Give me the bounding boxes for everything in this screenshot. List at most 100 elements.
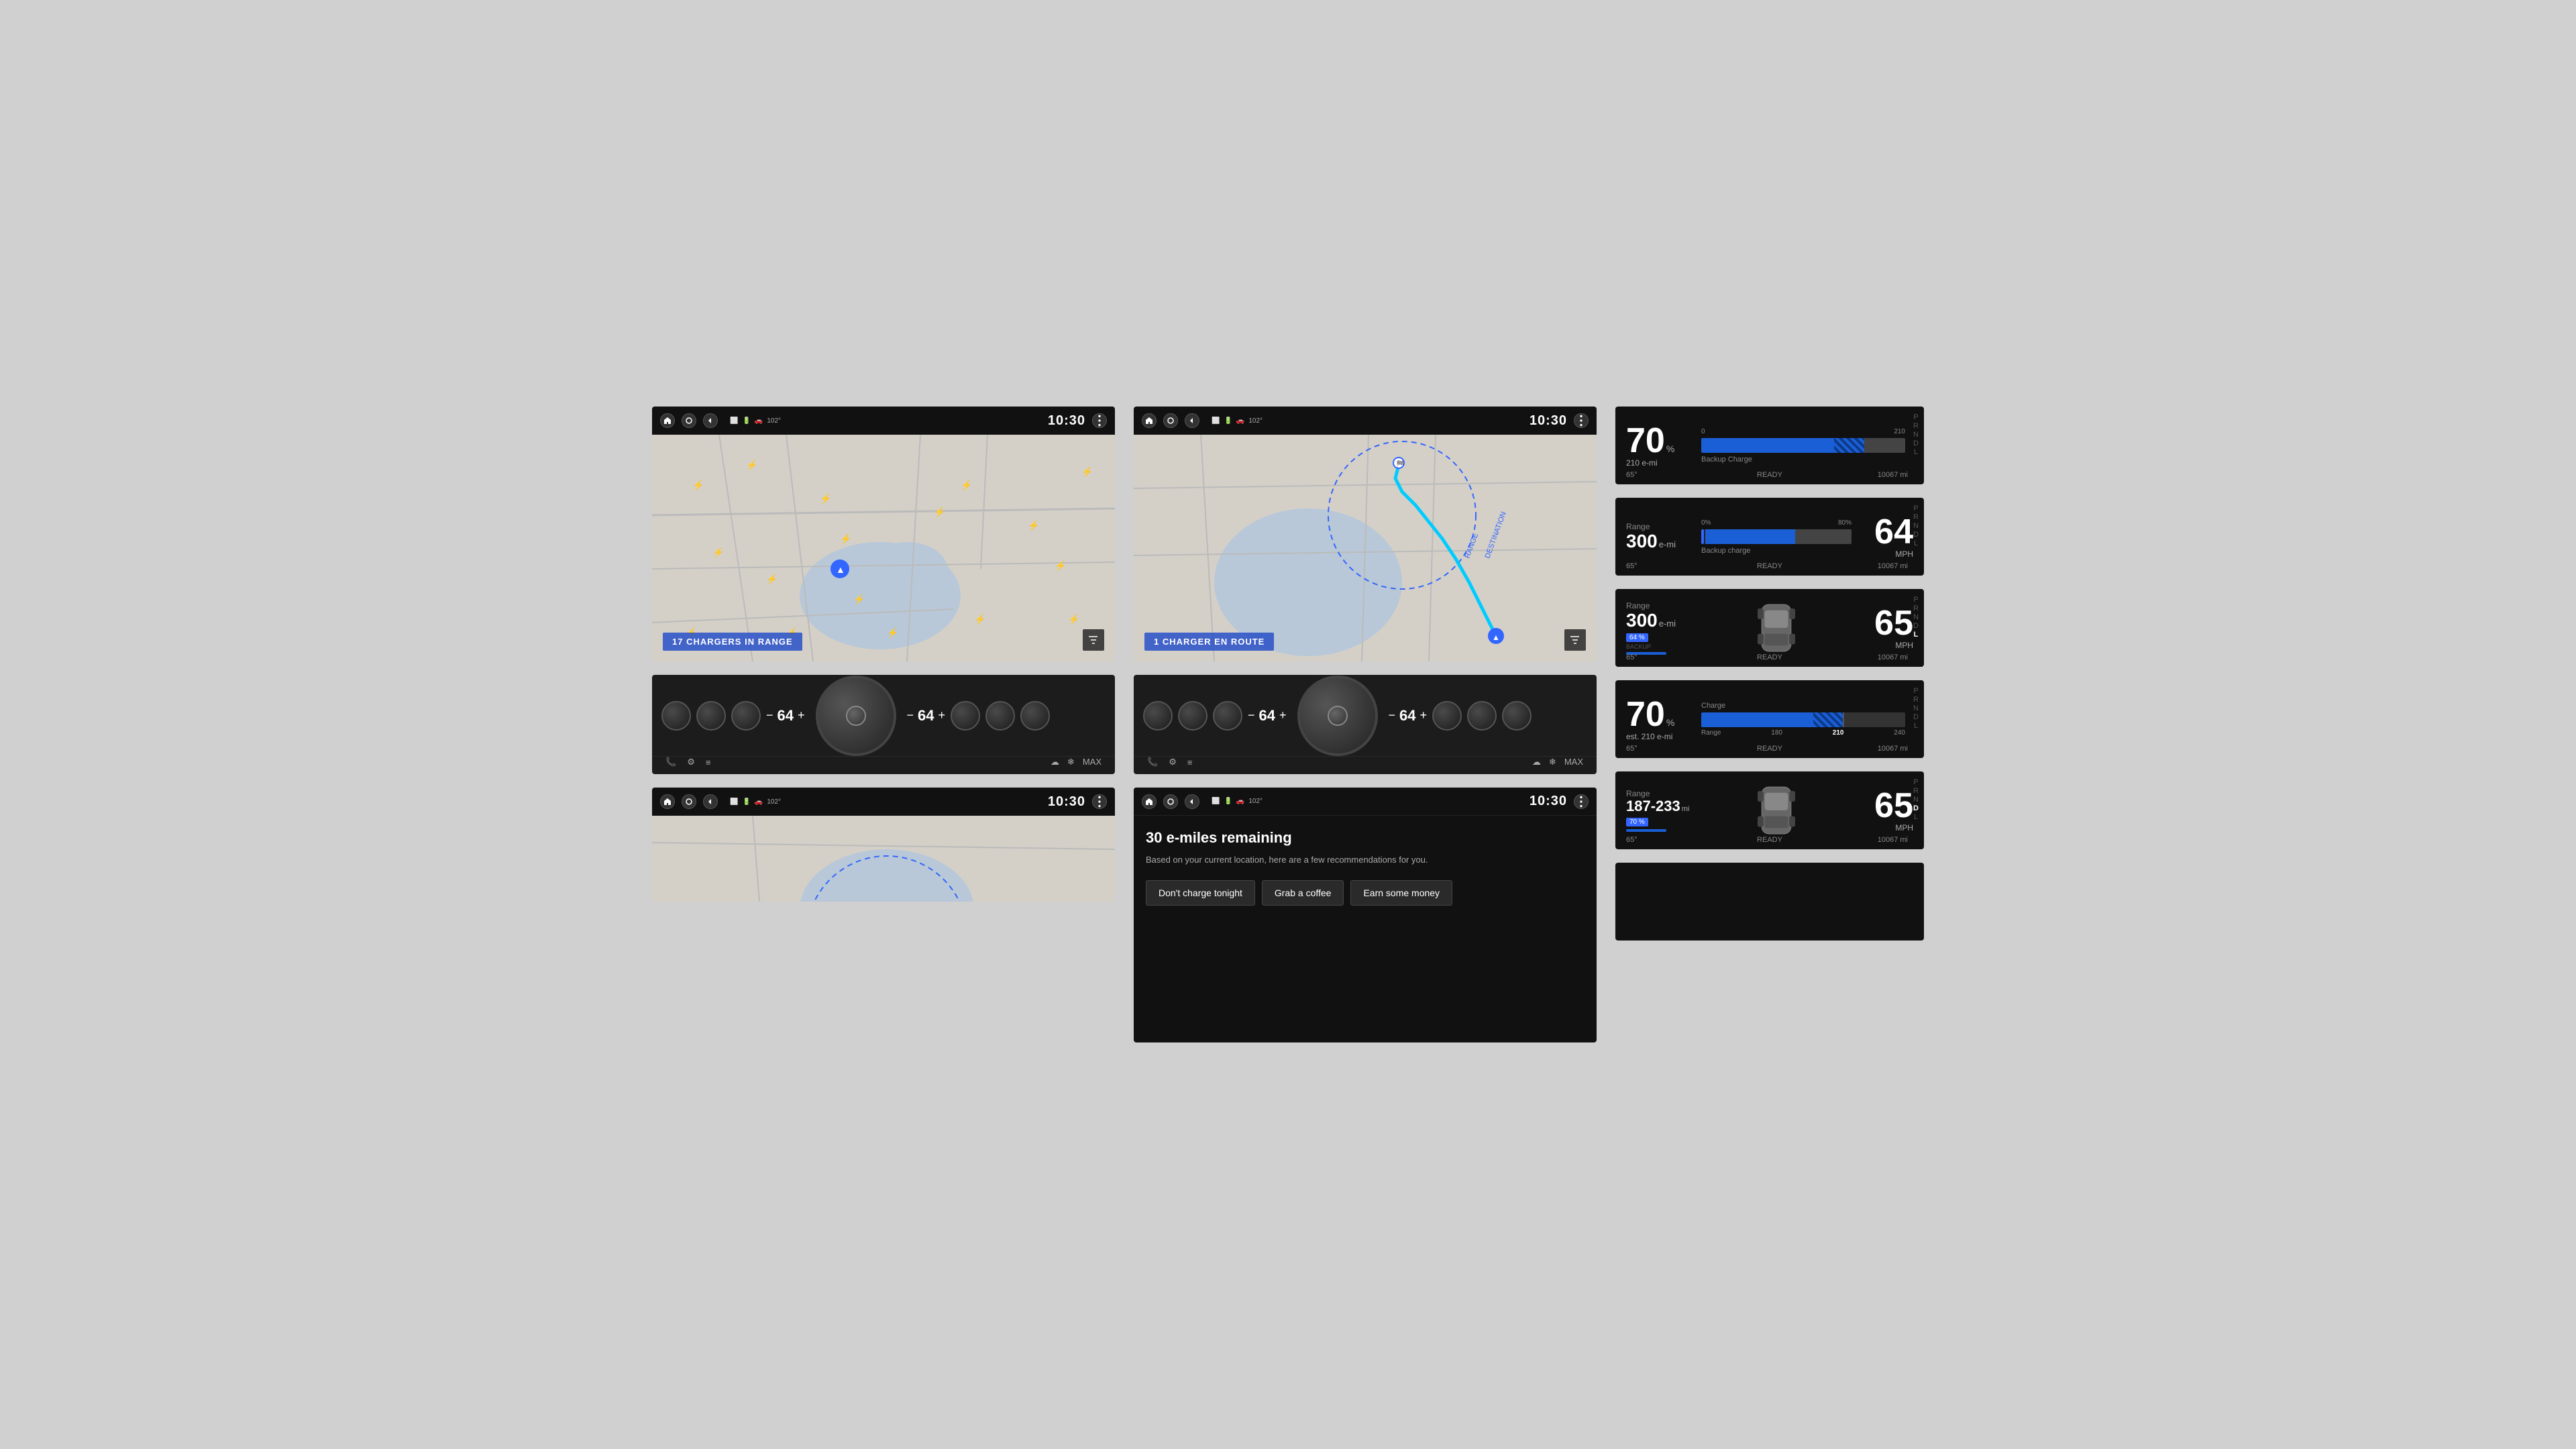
gauge4-sub: est. 210 e-mi [1626,732,1693,741]
audio2-knob-1[interactable] [1143,701,1173,731]
vol-left-minus[interactable]: − [766,708,773,722]
audio-knob-r3[interactable] [1020,701,1050,731]
back-icon[interactable] [703,413,718,428]
notif-back-icon[interactable] [1185,794,1199,809]
vol-right-minus[interactable]: − [907,708,914,722]
audio2-icon-phone[interactable]: 📞 [1147,757,1158,767]
audio-icon-list[interactable]: ≡ [706,757,711,767]
audio2-vol-left-plus[interactable]: + [1279,708,1287,722]
gear-n: N [1913,431,1919,439]
menu-icon[interactable] [682,413,696,428]
gauge4-marker [1843,712,1844,727]
gauge2-temp: 65° [1626,562,1638,570]
dont-charge-tonight-button[interactable]: Don't charge tonight [1146,880,1255,906]
audio2-icon-temp[interactable]: ☁ [1532,757,1541,767]
gauge1-speed-section: 70 % 210 e-mi [1626,423,1693,468]
gauge3-info: Range 300 e-mi 64 % BACKUP [1626,601,1693,655]
gauge5-speed-section: 65 MPH [1860,788,1913,833]
map3-menu-icon[interactable] [682,794,696,809]
audio-knob-bass[interactable] [661,701,691,731]
audio2-icon-settings[interactable]: ⚙ [1169,757,1177,767]
audio-knob-r2[interactable] [985,701,1015,731]
audio-knob-fade[interactable] [731,701,761,731]
map-panel-3-header: ⬜ 🔋 🚗 102° 10:30 [652,788,1115,816]
vol-left-display: 64 [777,707,794,724]
gauge3-backup-label: BACKUP [1626,643,1693,650]
audio2-vol-right-minus[interactable]: − [1389,708,1396,722]
audio-icon-fan[interactable]: ❄ [1067,757,1075,767]
audio2-knob-3[interactable] [1213,701,1242,731]
audio-icon-settings[interactable]: ⚙ [687,757,695,767]
notif-home-icon[interactable] [1142,794,1157,809]
gear-p: P [1913,413,1918,421]
svg-text:▲: ▲ [836,564,845,575]
svg-text:🏁: 🏁 [1396,460,1404,468]
gauge3-range-unit: e-mi [1659,619,1676,629]
gauge1-bar-blue [1701,438,1834,453]
audio2-icon-list[interactable]: ≡ [1187,757,1193,767]
notification-panel: ⬜ 🔋 🚗 102° 10:30 30 e-miles remaining Ba… [1134,788,1597,1042]
gauge5-info: Range 187-233 mi 70 % [1626,789,1693,831]
header-status: ⬜ 🔋 🚗 102° [730,417,781,425]
home-icon[interactable] [660,413,675,428]
audio-knob-treble[interactable] [696,701,726,731]
temperature-display: 102° [767,417,781,425]
gauge4-charge-label: Charge [1701,702,1905,710]
vol-right-plus[interactable]: + [938,708,946,722]
gauge2-pct-end: 80% [1838,519,1851,527]
notif-menu-icon[interactable] [1163,794,1178,809]
notification-buttons: Don't charge tonight Grab a coffee Earn … [1146,880,1585,906]
map2-filter-button[interactable] [1564,629,1586,651]
map-panel-2: ⬜ 🔋 🚗 102° 10:30 [1134,407,1597,661]
audio-icon-temp[interactable]: ☁ [1051,757,1059,767]
notification-description: Based on your current location, here are… [1146,853,1585,867]
map-panel-1-header: ⬜ 🔋 🚗 102° 10:30 [652,407,1115,435]
gauge1-scale-start: 0 [1701,428,1705,435]
gauge2-info: Range 300 e-mi [1626,522,1693,552]
filter-button[interactable] [1083,629,1104,651]
gauge4-temp: 65° [1626,745,1638,753]
svg-text:⚡: ⚡ [1055,560,1066,572]
audio2-vol-left-minus[interactable]: − [1248,708,1255,722]
gauge4-bar-gray [1844,712,1905,727]
svg-text:⚡: ⚡ [853,594,865,605]
map2-menu-icon[interactable] [1163,413,1178,428]
notif-header: ⬜ 🔋 🚗 102° 10:30 [1134,788,1597,816]
audio2-vol-right-plus[interactable]: + [1420,708,1428,722]
svg-text:⚡: ⚡ [1081,466,1093,478]
gauge2-range-val: 300 [1626,531,1658,552]
svg-text:⚡: ⚡ [1028,520,1039,531]
gauge2-speed: 64 [1860,515,1913,549]
audio2-icon-max[interactable]: MAX [1564,757,1583,767]
svg-text:⚡: ⚡ [746,460,757,471]
gauge4-scale-210: 210 [1833,729,1844,737]
audio2-knob-r3[interactable] [1502,701,1532,731]
audio-icon-phone[interactable]: 📞 [665,757,676,767]
earn-money-button[interactable]: Earn some money [1350,880,1452,906]
gauge2-status: READY [1757,562,1782,570]
map3-back-icon[interactable] [703,794,718,809]
map2-overflow-icon[interactable] [1574,413,1589,428]
map2-back-icon[interactable] [1185,413,1199,428]
audio-main-knob[interactable] [816,676,896,756]
audio2-main-knob-inner [1328,706,1348,726]
audio-panel-1: − 64 + − 64 + 📞 [652,675,1115,774]
audio2-knob-r1[interactable] [1432,701,1462,731]
audio2-main-knob[interactable] [1297,676,1378,756]
gauge1-temp: 65° [1626,471,1638,479]
gear-selector-2: P R N D L [1913,504,1919,547]
map2-home-icon[interactable] [1142,413,1157,428]
audio2-knob-r2[interactable] [1467,701,1497,731]
map3-home-icon[interactable] [660,794,675,809]
vol-left-plus[interactable]: + [798,708,805,722]
map3-overflow-icon[interactable] [1092,794,1107,809]
audio2-knob-2[interactable] [1178,701,1208,731]
overflow-icon[interactable] [1092,413,1107,428]
audio2-icon-fan[interactable]: ❄ [1549,757,1556,767]
notif-overflow-icon[interactable] [1574,794,1589,809]
grab-coffee-button[interactable]: Grab a coffee [1262,880,1344,906]
charger-en-route-badge: 1 CHARGER EN ROUTE [1144,633,1274,651]
audio-knob-r1[interactable] [951,701,980,731]
gauge3-battery-pct: 64 % [1626,633,1648,642]
audio-icon-max[interactable]: MAX [1083,757,1102,767]
